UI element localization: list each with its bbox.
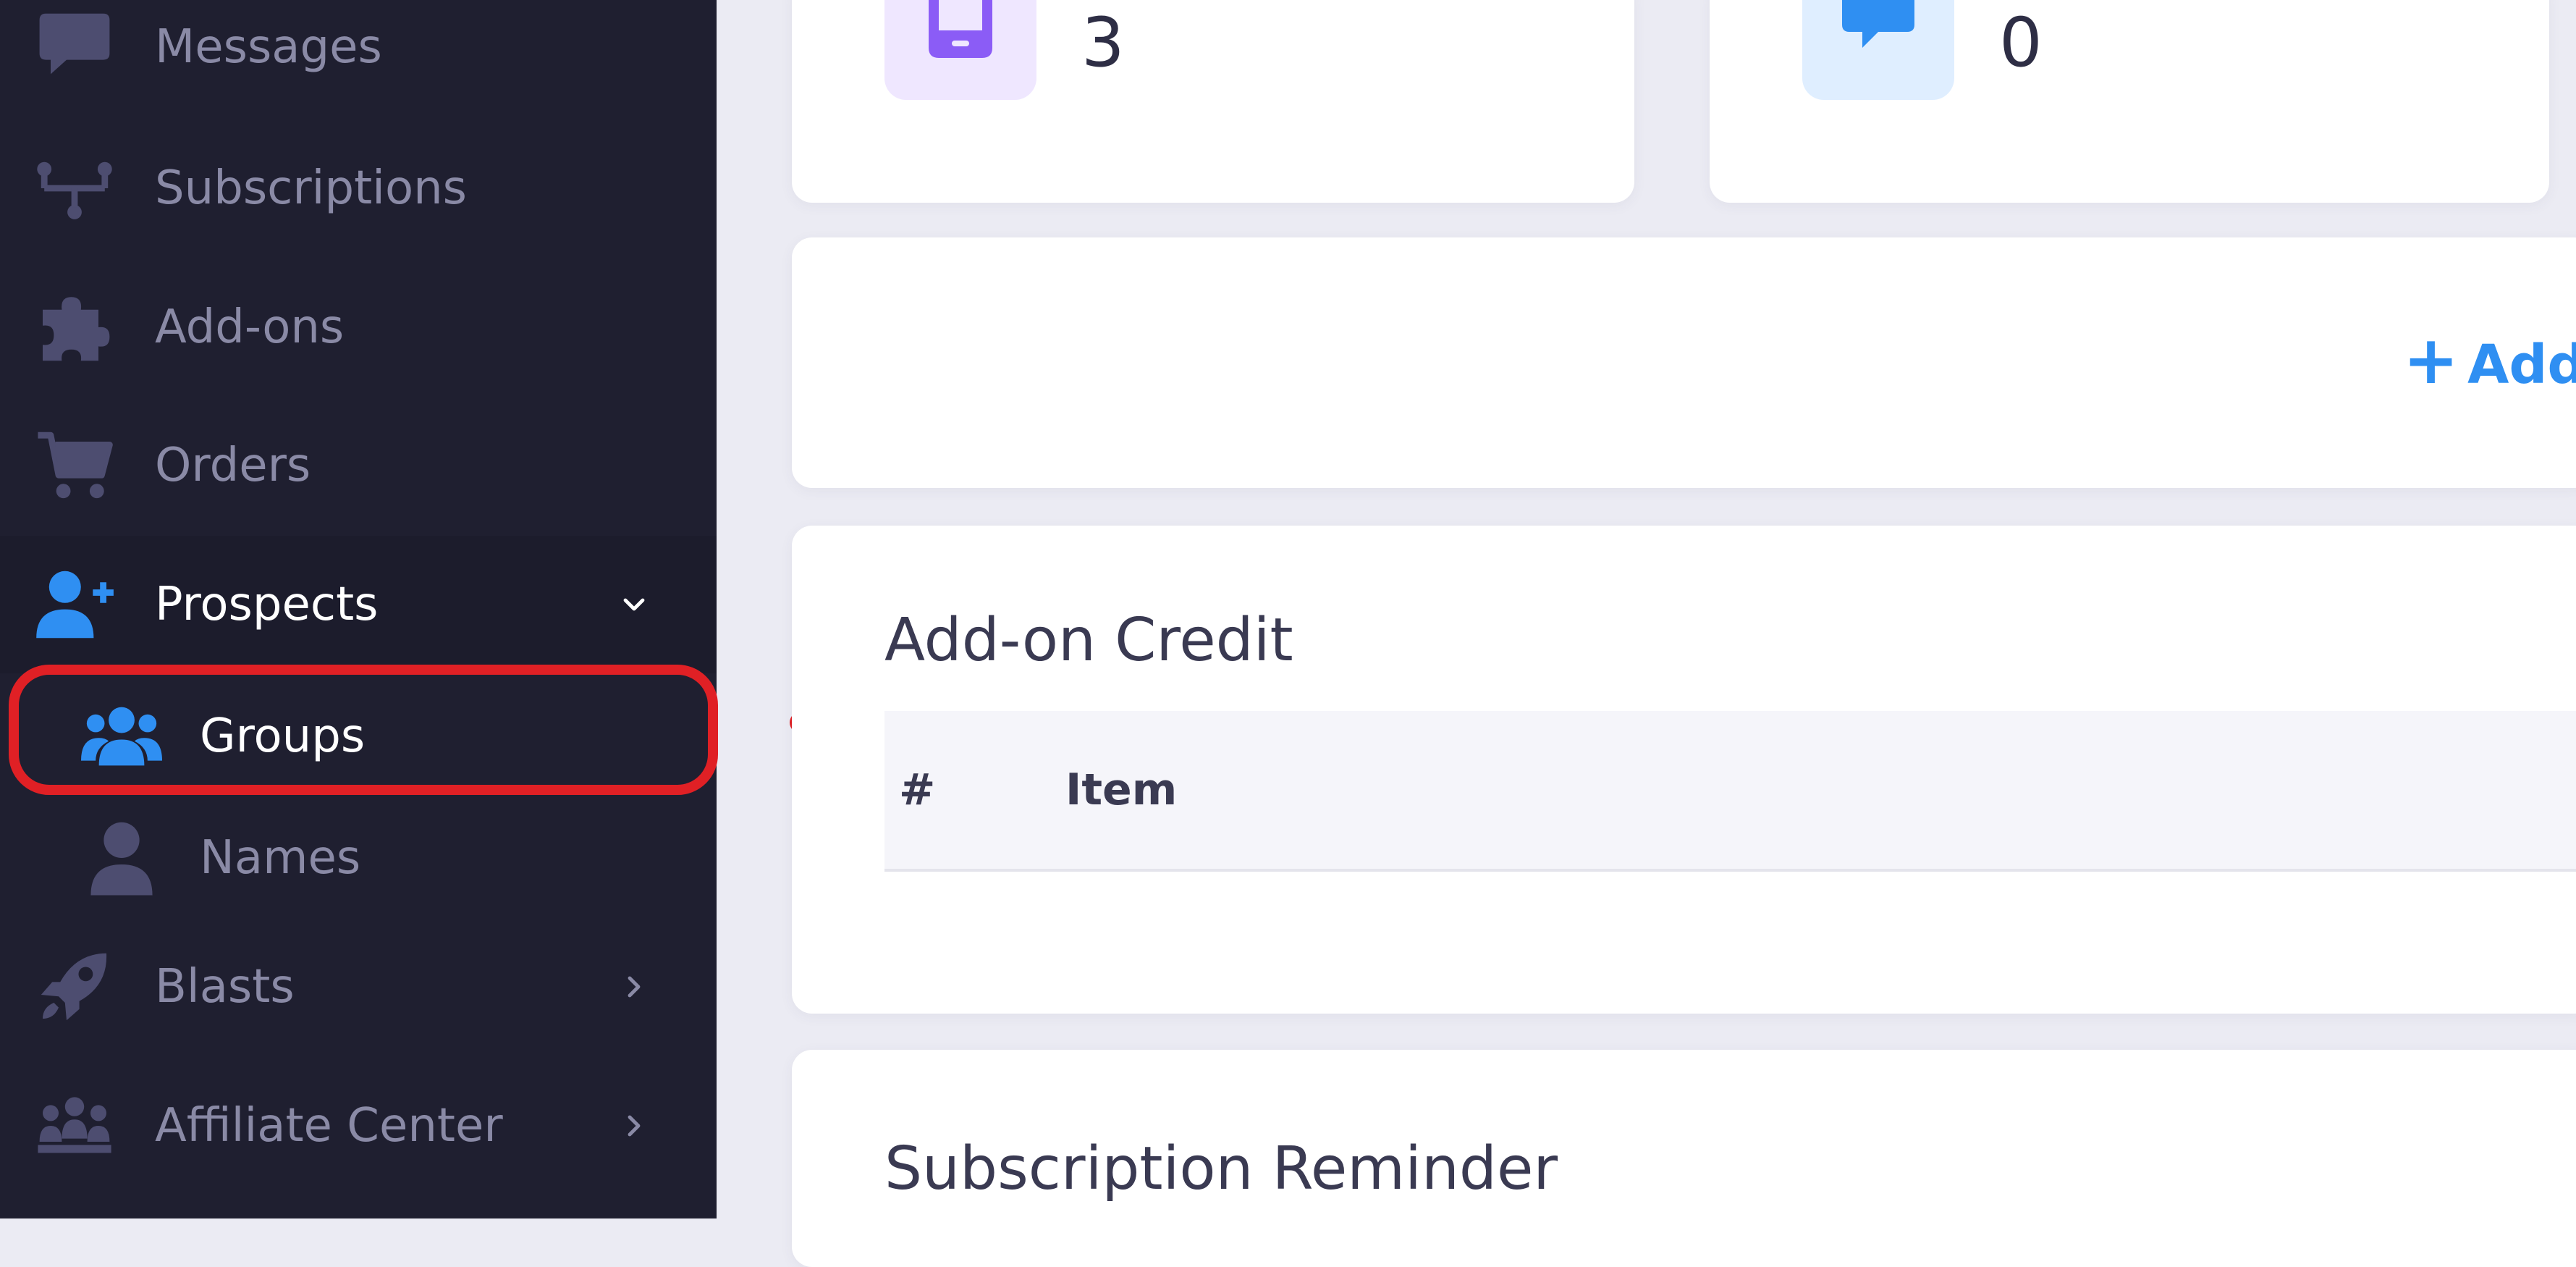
section-title: Add-on Credit — [884, 606, 1293, 675]
plus-icon: + — [2403, 321, 2459, 399]
stat-icon-box — [1802, 0, 1954, 100]
sidebar-item-label: Blasts — [155, 960, 295, 1014]
sidebar-item-blasts[interactable]: Blasts — [0, 918, 717, 1056]
sidebar-item-label: Orders — [155, 439, 311, 492]
column-header-number: # — [899, 765, 936, 815]
user-plus-icon — [36, 571, 114, 639]
sidebar-item-label: Prospects — [155, 578, 379, 631]
column-header-item: Item — [1065, 765, 1178, 815]
chevron-right-icon[interactable] — [617, 969, 651, 1004]
sidebar-subitem-groups[interactable]: Groups — [0, 675, 717, 798]
stat-icon-box — [884, 0, 1036, 100]
sidebar-item-label: Add-ons — [155, 300, 345, 354]
sidebar-item-add-ons[interactable]: Add-ons — [0, 258, 717, 396]
user-icon — [90, 822, 153, 896]
cart-icon — [38, 432, 113, 499]
sidebar-item-label: Subscriptions — [155, 161, 467, 215]
sidebar-item-label: Affiliate Center — [155, 1099, 503, 1153]
message-icon — [1842, 0, 1914, 48]
action-card: + Add — [792, 237, 2576, 488]
sidebar-item-subscriptions[interactable]: Subscriptions — [0, 119, 717, 257]
puzzle-icon — [43, 297, 110, 361]
chevron-down-icon[interactable] — [617, 587, 651, 622]
rocket-icon — [41, 953, 107, 1021]
sidebar-item-orders[interactable]: Orders — [0, 397, 717, 534]
sidebar-item-label: Messages — [155, 20, 382, 74]
add-button-label: Add — [2467, 334, 2576, 396]
stat-value: 0 — [1999, 4, 2043, 83]
add-on-credit-card: Add-on Credit # Item — [792, 526, 2576, 1014]
sidebar-item-messages[interactable]: Messages — [0, 0, 717, 116]
chat-bubble-icon — [39, 13, 110, 75]
sidebar-subitem-label: Groups — [200, 710, 366, 763]
mobile-phone-icon — [929, 0, 992, 58]
sidebar-subitem-label: Names — [200, 831, 361, 885]
chevron-right-icon[interactable] — [617, 1108, 651, 1143]
add-button[interactable]: + Add — [2403, 324, 2576, 397]
table-header: # Item — [884, 711, 2576, 872]
sidebar-item-affiliate-center[interactable]: Affiliate Center — [0, 1057, 717, 1195]
people-group-icon — [38, 1097, 111, 1153]
sidebar-item-prospects[interactable]: Prospects — [0, 536, 717, 673]
section-title: Subscription Reminder — [884, 1135, 1558, 1203]
subscription-reminder-card: Subscription Reminder — [792, 1050, 2576, 1267]
stat-card-messages: 0 — [1710, 0, 2549, 203]
sitemap-icon — [37, 161, 112, 219]
sidebar-subitem-names[interactable]: Names — [0, 796, 717, 919]
users-icon — [81, 707, 162, 766]
sidebar: Messages Subscriptions Add-ons Orders Pr… — [0, 0, 717, 1218]
stat-value: 3 — [1081, 4, 1125, 83]
stat-card-devices: 3 — [792, 0, 1634, 203]
